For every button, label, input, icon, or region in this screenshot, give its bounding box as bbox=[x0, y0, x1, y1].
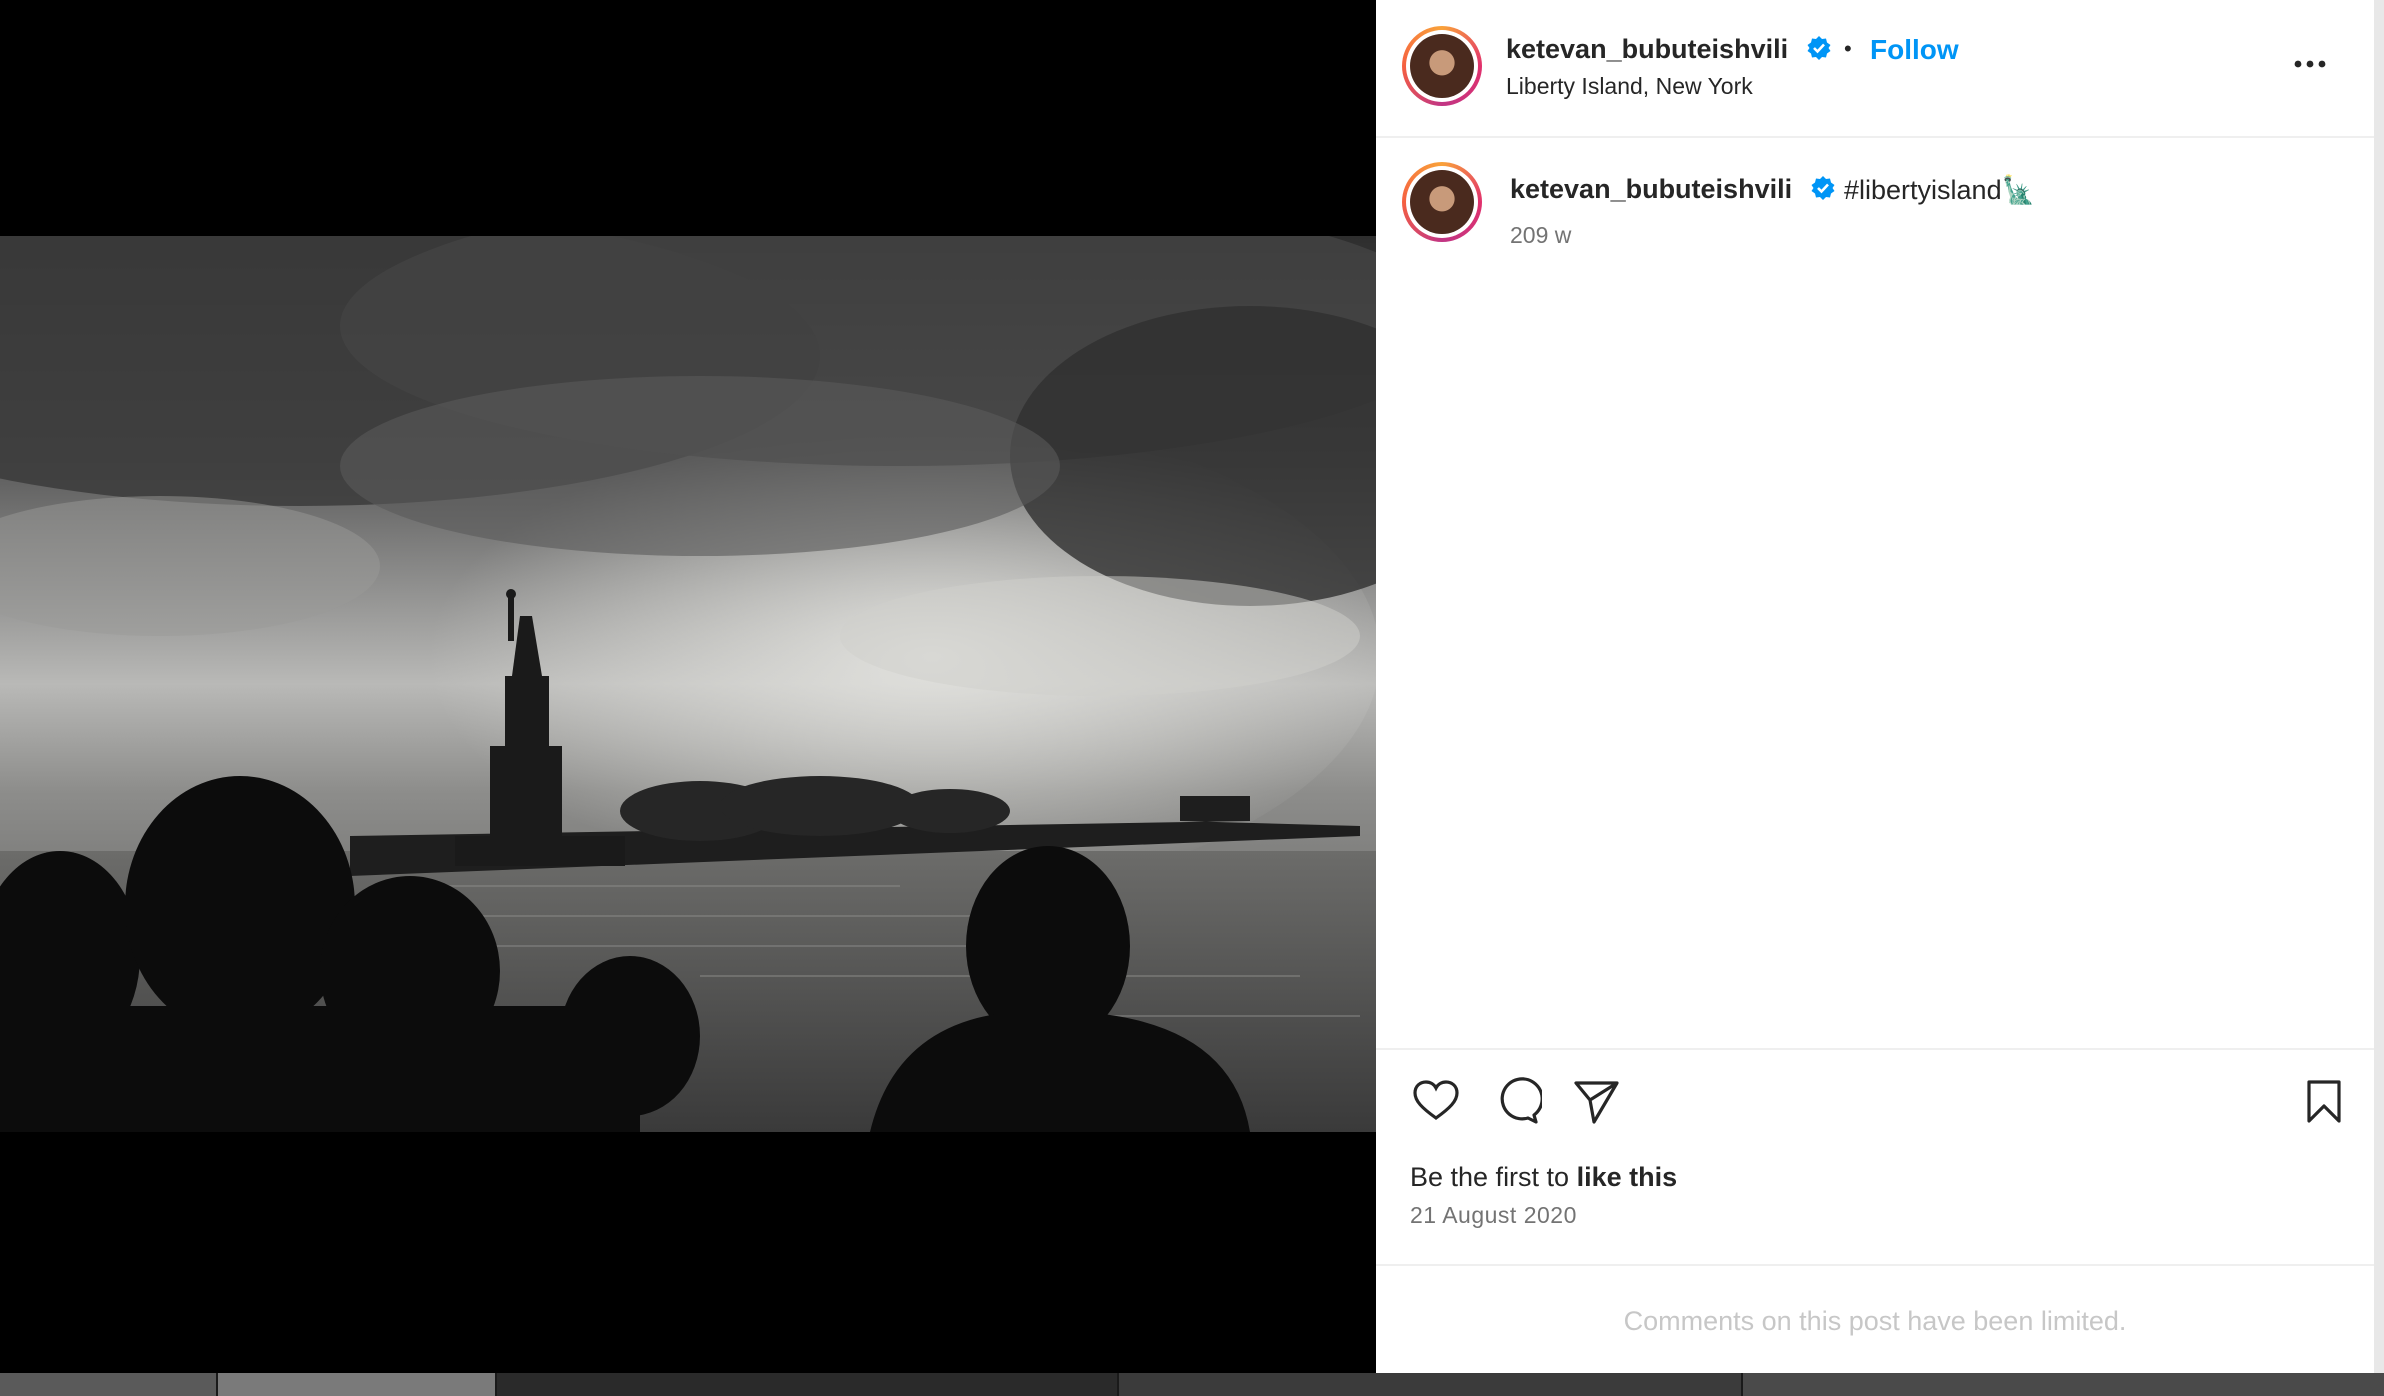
post-photo[interactable] bbox=[0, 236, 1376, 1132]
thumb-3 bbox=[497, 1373, 1117, 1396]
like-this-link[interactable]: like this bbox=[1577, 1162, 1678, 1192]
header-dot: • bbox=[1844, 36, 1852, 61]
verified-badge-icon bbox=[1810, 175, 1836, 201]
actions-divider bbox=[1376, 1048, 2374, 1050]
post-date[interactable]: 21 August 2020 bbox=[1410, 1202, 1577, 1229]
follow-button[interactable]: Follow bbox=[1870, 34, 1959, 66]
panel-scrollbar[interactable] bbox=[2374, 0, 2384, 1373]
post-media bbox=[0, 0, 1376, 1373]
comments-limited-notice: Comments on this post have been limited. bbox=[1623, 1306, 2127, 1336]
header-username[interactable]: ketevan_bubuteishvili bbox=[1506, 34, 1788, 65]
caption-avatar[interactable] bbox=[1402, 162, 1482, 242]
comments-divider bbox=[1376, 1264, 2374, 1266]
background-grid-strip bbox=[0, 1373, 2384, 1396]
header-avatar[interactable] bbox=[1402, 26, 1482, 106]
thumb-4 bbox=[1119, 1373, 1741, 1396]
header-divider bbox=[1376, 136, 2374, 138]
statue-of-liberty-photo bbox=[0, 236, 1376, 1132]
caption-age[interactable]: 209 w bbox=[1510, 222, 1571, 249]
post-details-panel: ketevan_bubuteishvili • Follow Liberty I… bbox=[1376, 0, 2374, 1373]
thumb-5 bbox=[1743, 1373, 2384, 1396]
more-horizontal-icon[interactable] bbox=[2284, 38, 2336, 90]
heart-icon[interactable] bbox=[1410, 1075, 1462, 1127]
caption-avatar-image bbox=[1410, 170, 1474, 234]
send-icon[interactable] bbox=[1570, 1075, 1622, 1127]
caption-text: #libertyisland🗽 bbox=[1844, 175, 2036, 205]
caption-username[interactable]: ketevan_bubuteishvili bbox=[1510, 174, 1792, 205]
comment-icon[interactable] bbox=[1490, 1075, 1544, 1127]
likes-prefix: Be the first to bbox=[1410, 1162, 1577, 1192]
bookmark-icon[interactable] bbox=[2298, 1075, 2350, 1127]
post-location[interactable]: Liberty Island, New York bbox=[1506, 73, 1753, 100]
thumb-2 bbox=[218, 1373, 495, 1396]
likes-summary[interactable]: Be the first to like this bbox=[1410, 1162, 1677, 1193]
verified-badge-icon bbox=[1806, 35, 1832, 61]
avatar-image bbox=[1410, 34, 1474, 98]
thumb-1 bbox=[0, 1373, 216, 1396]
